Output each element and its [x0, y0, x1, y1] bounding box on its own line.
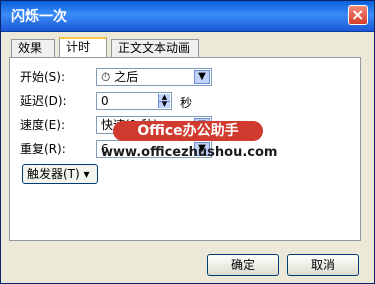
start-select[interactable]: ⏱ 之后 ▼ — [96, 68, 212, 86]
watermark-brand: Office办公助手 — [113, 121, 263, 141]
repeat-label: 重复(R): — [20, 142, 66, 156]
close-button[interactable]: × — [348, 5, 368, 25]
delay-value: 0 — [101, 94, 109, 108]
clock-icon: ⏱ — [101, 70, 111, 84]
tab-text-animation[interactable]: 正文文本动画 — [111, 39, 199, 57]
speed-label: 速度(E): — [20, 118, 65, 132]
delay-input[interactable]: 0 ▲ ▼ — [96, 92, 172, 110]
chevron-down-icon[interactable]: ▼ — [194, 70, 210, 84]
spin-down-icon[interactable]: ▼ — [159, 101, 170, 108]
delay-stepper[interactable]: ▲ ▼ — [158, 94, 170, 108]
trigger-arrow-icon: ▾ — [83, 167, 90, 181]
start-value: 之后 — [114, 70, 139, 84]
start-label: 开始(S): — [20, 70, 66, 84]
title-bar: 闪烁一次 × — [1, 1, 374, 32]
delay-unit: 秒 — [180, 96, 193, 110]
trigger-label: 触发器(T) — [27, 167, 80, 181]
trigger-button[interactable]: 触发器(T) ▾ — [22, 164, 98, 184]
ok-button[interactable]: 确定 — [207, 254, 279, 276]
tab-timing[interactable]: 计时 — [59, 37, 107, 58]
close-icon: × — [351, 5, 365, 24]
cancel-button[interactable]: 取消 — [287, 254, 359, 276]
tab-effect[interactable]: 效果 — [11, 39, 55, 57]
delay-label: 延迟(D): — [20, 94, 67, 108]
dialog-title: 闪烁一次 — [11, 9, 67, 25]
dialog-window: 闪烁一次 × 效果 计时 正文文本动画 开始(S): ⏱ 之后 ▼ 延迟(D):… — [0, 0, 375, 284]
watermark-url: www.officezhushou.com — [101, 145, 278, 160]
